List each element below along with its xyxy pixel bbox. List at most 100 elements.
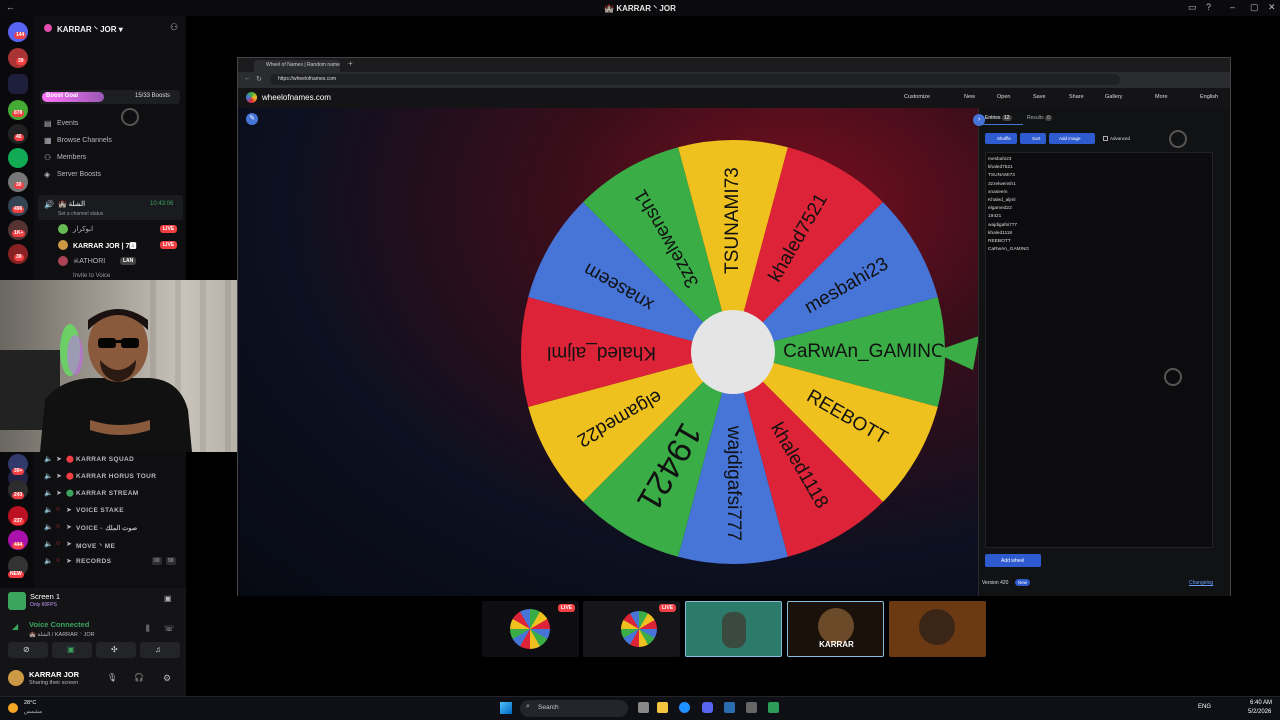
screen-share-quality: Only 60FPS — [30, 602, 57, 608]
sort-button[interactable]: Sort — [1020, 133, 1046, 144]
save-button[interactable]: Save — [1033, 94, 1046, 100]
add-wheel-button[interactable]: Add wheel — [985, 554, 1041, 567]
app-icon[interactable] — [768, 702, 779, 713]
wheel-center-button[interactable] — [691, 310, 775, 394]
participant-thumbnail[interactable] — [685, 601, 782, 657]
headphones-icon[interactable]: 🎧 — [134, 673, 144, 682]
version-label: Version 420 — [982, 580, 1009, 586]
app-icon[interactable] — [724, 702, 735, 713]
avatar — [722, 612, 746, 648]
chevron-right-icon: ➤ — [66, 541, 72, 548]
site-name[interactable]: wheelofnames.com — [262, 93, 331, 102]
open-button[interactable]: Open — [997, 94, 1010, 100]
speaker-icon: 🔈 — [44, 456, 53, 463]
address-bar-row: ← ↻ https://wheelofnames.com — [238, 72, 1230, 88]
screen-icon: ▣ — [67, 645, 75, 654]
browser-tab[interactable]: Wheel of Names | Random name — [254, 60, 340, 72]
avatar — [818, 608, 854, 644]
inbox-icon[interactable]: ▭ — [1188, 2, 1197, 13]
participant-thumbnail[interactable]: KARRAR — [787, 601, 884, 657]
new-tab-icon[interactable]: + — [348, 59, 353, 68]
site-navbar: wheelofnames.com Customize New Open Save… — [238, 88, 1230, 108]
clock-time[interactable]: 6:40 AM — [1250, 700, 1272, 706]
noise-suppression-icon[interactable]: ⫼ — [146, 624, 150, 634]
server-folder-icon[interactable] — [8, 74, 28, 94]
voice-channel-name: 🏰 الشلة — [58, 201, 86, 208]
tab-title: Wheel of Names | Random name — [266, 62, 340, 68]
share-screen-button[interactable]: ▣ — [52, 642, 92, 658]
task-view-icon[interactable] — [638, 702, 649, 713]
mic-icon[interactable]: 🎙 — [107, 673, 117, 682]
disconnect-icon[interactable]: ☏ — [164, 624, 174, 633]
close-icon[interactable]: ✕ — [1268, 2, 1276, 13]
user-avatar[interactable] — [8, 670, 24, 686]
server-boosts-link[interactable]: Server Boosts — [57, 171, 101, 178]
chevron-right-icon: ➤ — [56, 490, 62, 497]
window-title-bar: ← 🏰 KARRAR ⸌ JOR ▭ ? – ▢ ✕ — [0, 0, 1280, 16]
soundboard-button[interactable]: ♫ — [140, 642, 180, 658]
stream-thumbnail[interactable]: LIVE — [583, 601, 680, 657]
add-image-button[interactable]: Add image — [1049, 133, 1095, 144]
activities-button[interactable]: ✣ — [96, 642, 136, 658]
customize-button[interactable]: Customize — [904, 94, 930, 100]
soundboard-icon: ♫ — [155, 645, 161, 654]
boost-goal-bar[interactable]: Boost Goal 15/33 Boosts — [40, 90, 180, 104]
changelog-link[interactable]: Changelog — [1189, 580, 1213, 586]
new-button[interactable]: New — [964, 94, 975, 100]
calendar-icon: ▤ — [44, 119, 52, 128]
settings-app-icon[interactable] — [746, 702, 757, 713]
file-explorer-icon[interactable] — [657, 702, 668, 713]
signal-icon: ◢ — [12, 622, 19, 631]
events-link[interactable]: Events — [57, 120, 78, 127]
server-name[interactable]: KARRAR ⸌ JOR ▾ — [57, 24, 123, 35]
maximize-icon[interactable]: ▢ — [1250, 2, 1259, 13]
server-icon[interactable] — [8, 148, 28, 168]
invite-to-voice-link[interactable]: Invite to Voice — [73, 273, 110, 279]
server-badge: 243 — [12, 492, 25, 499]
tab-results[interactable]: Results 0 — [1027, 115, 1052, 121]
voice-connected-label[interactable]: Voice Connected — [29, 620, 89, 629]
minimize-icon[interactable]: – — [1230, 2, 1235, 12]
weather-sun-icon[interactable] — [8, 703, 18, 713]
windows-start-icon[interactable] — [500, 702, 512, 714]
stream-thumbnail[interactable]: LIVE — [482, 601, 579, 657]
weather-temp: 28°C — [24, 700, 37, 706]
browse-channels-link[interactable]: Browse Channels — [57, 137, 112, 144]
members-link[interactable]: Members — [57, 154, 86, 161]
lan-tag: LAN — [120, 257, 137, 265]
gallery-button[interactable]: Gallery — [1105, 94, 1122, 100]
more-button[interactable]: More — [1155, 94, 1168, 100]
reload-icon[interactable]: ↻ — [256, 75, 262, 83]
stop-share-icon[interactable]: ▣ — [164, 594, 172, 603]
language-indicator[interactable]: ENG — [1198, 704, 1211, 710]
speaker-icon: 🔈 — [44, 541, 53, 548]
participant-thumbnail[interactable] — [889, 601, 986, 657]
stream-viewport: Wheel of Names | Random name + ← ↻ https… — [237, 57, 1231, 596]
channel-status-placeholder[interactable]: Set a channel status — [58, 211, 103, 217]
add-member-icon[interactable]: ⚇ — [170, 22, 178, 33]
edge-icon[interactable] — [679, 702, 690, 713]
shuffle-button[interactable]: Shuffle — [985, 133, 1017, 144]
wheel-segment-label: TSUNAMI73 — [722, 167, 743, 274]
ring-icon: ○ — [56, 506, 61, 513]
participant-label: KARRAR — [819, 640, 854, 649]
status-dot-icon: ⬤ — [66, 490, 74, 497]
language-button[interactable]: English — [1200, 94, 1218, 100]
clock-date[interactable]: 5/2/2026 — [1248, 709, 1271, 715]
wheel-segment-label: Khaled_aljml — [547, 342, 656, 363]
share-button[interactable]: Share — [1069, 94, 1084, 100]
url-field[interactable]: https://wheelofnames.com — [270, 74, 1120, 85]
discord-taskbar-icon[interactable] — [702, 702, 713, 713]
help-icon[interactable]: ? — [1206, 2, 1211, 12]
settings-gear-icon[interactable]: ⚙ — [163, 673, 171, 684]
wheel[interactable]: CaRwAn_GAMINGREEBOTTkhaled1118wajdigafsi… — [238, 108, 978, 596]
new-badge: New — [1015, 579, 1031, 586]
tab-entries[interactable]: Entries 12 — [985, 115, 1012, 121]
boost-icon: ◈ — [44, 170, 51, 179]
camera-button[interactable]: ⊘ — [8, 642, 48, 658]
server-badge: 30 — [14, 182, 24, 189]
back-icon[interactable]: ← — [244, 75, 251, 82]
taskbar-search[interactable]: ⌕ Search — [520, 700, 628, 717]
advanced-checkbox[interactable] — [1103, 136, 1108, 141]
wheel-segment-label: wajdigafsi777 — [723, 425, 744, 541]
